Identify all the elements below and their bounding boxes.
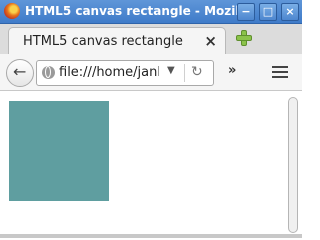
minimize-button[interactable]: −: [237, 3, 255, 21]
page-content: [0, 91, 302, 238]
back-icon: ←: [13, 62, 27, 81]
url-separator: [184, 64, 185, 82]
new-tab-icon[interactable]: [234, 28, 254, 48]
url-dropdown-icon[interactable]: ▼: [167, 65, 175, 76]
globe-icon: [42, 66, 55, 79]
tab-close-icon[interactable]: ×: [204, 32, 217, 50]
tab-html5-canvas-rectangle[interactable]: HTML5 canvas rectangle ×: [8, 27, 226, 56]
restore-button[interactable]: □: [259, 3, 277, 21]
url-input[interactable]: file:///home/janbodnar: [59, 65, 159, 80]
window-title: HTML5 canvas rectangle - Mozilla Firefox: [25, 4, 239, 18]
firefox-logo-icon: [4, 3, 20, 19]
overflow-icon[interactable]: »: [228, 63, 236, 78]
window-titlebar[interactable]: HTML5 canvas rectangle - Mozilla Firefox…: [0, 0, 302, 24]
canvas-rectangle: [9, 101, 109, 201]
window-bottom-edge: [0, 234, 302, 238]
reload-icon[interactable]: ↻: [191, 64, 203, 80]
menu-icon[interactable]: [272, 66, 288, 78]
tab-label: HTML5 canvas rectangle: [23, 34, 183, 49]
url-bar[interactable]: file:///home/janbodnar ▼ ↻: [36, 60, 214, 86]
close-window-button[interactable]: ×: [281, 3, 299, 21]
back-button[interactable]: ←: [6, 59, 34, 87]
tab-strip: HTML5 canvas rectangle ×: [0, 24, 302, 56]
navigation-toolbar: ← file:///home/janbodnar ▼ ↻ »: [0, 54, 302, 91]
vertical-scrollbar[interactable]: [288, 93, 298, 233]
scrollbar-thumb[interactable]: [288, 97, 298, 233]
